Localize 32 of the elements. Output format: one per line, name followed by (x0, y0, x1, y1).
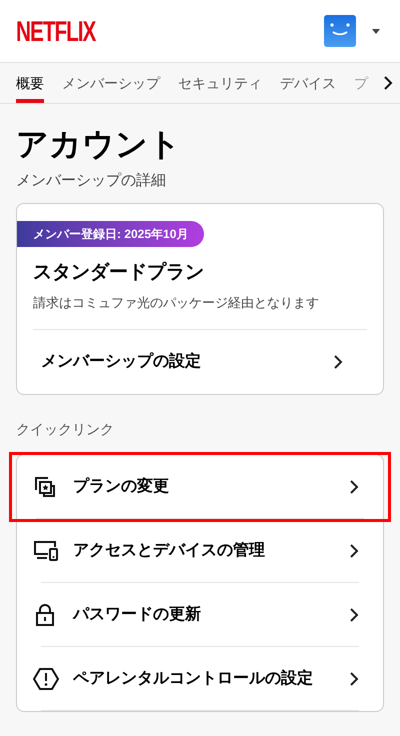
quick-link-label: パスワードの更新 (73, 604, 202, 624)
tab[interactable]: デバイス (280, 63, 336, 103)
chevron-right-icon (349, 542, 359, 558)
quick-links-heading: クイックリンク (16, 420, 115, 438)
chevron-right-icon (349, 606, 359, 622)
chevron-right-icon (349, 670, 359, 686)
quick-link-item[interactable]: プランの変更 (12, 454, 388, 518)
chevron-right-icon (349, 478, 359, 494)
tab[interactable]: 概要 (16, 63, 44, 103)
membership-settings-link[interactable]: メンバーシップの設定 (17, 330, 383, 394)
quick-link-label: ペアレンタルコントロールの設定 (73, 668, 314, 688)
caret-icon[interactable] (372, 28, 380, 34)
chevron-right-icon (383, 75, 393, 91)
member-since-badge: メンバー登録日: 2025年10月 (17, 220, 204, 246)
page-subtitle: メンバーシップの詳細 (16, 171, 167, 191)
star-squares-icon (33, 474, 57, 498)
chevron-right-icon (333, 354, 343, 370)
billing-note: 請求はコミュファ光のパッケージ経由となります (33, 293, 367, 330)
quick-link-item[interactable]: ペアレンタルコントロールの設定 (17, 646, 383, 710)
quick-link-item[interactable]: パスワードの更新 (17, 582, 383, 646)
quick-link-item[interactable]: アクセスとデバイスの管理 (17, 518, 383, 582)
tab[interactable]: セキュリティ (178, 63, 262, 103)
lock-icon (33, 602, 57, 626)
quick-link-label: アクセスとデバイスの管理 (73, 540, 266, 560)
warning-hexagon-icon (33, 666, 59, 690)
netflix-logo[interactable]: NETFLIX (16, 16, 96, 46)
page-title: アカウント (16, 128, 182, 160)
avatar-icon[interactable] (324, 15, 356, 47)
plan-name: スタンダードプラン (33, 260, 205, 284)
quick-link-label: プランの変更 (73, 476, 170, 496)
devices-icon (33, 538, 59, 562)
tab[interactable]: メンバーシップ (62, 63, 160, 103)
